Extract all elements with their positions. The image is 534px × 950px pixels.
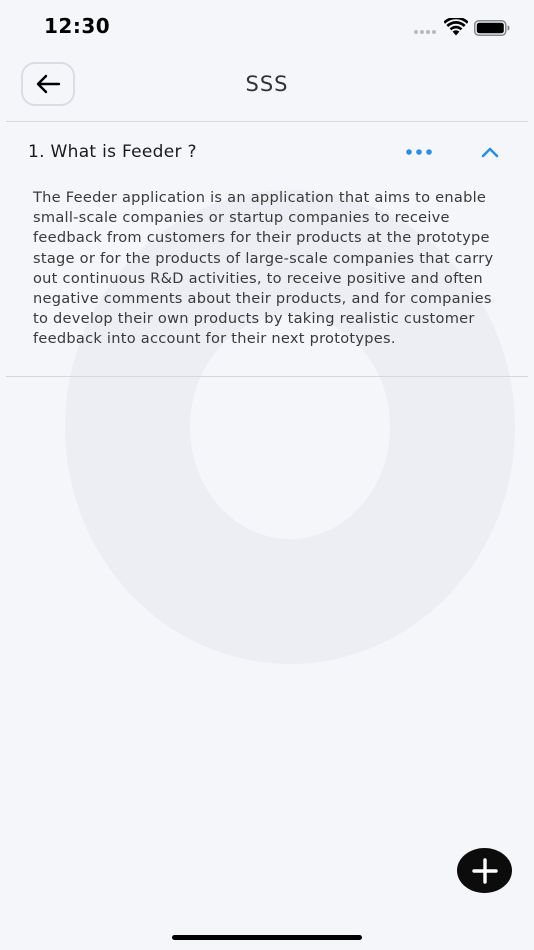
faq-question[interactable]: 1. What is Feeder ?: [28, 142, 197, 162]
header-divider: [6, 121, 528, 122]
status-time: 12:30: [44, 14, 111, 38]
page-title: SSS: [245, 72, 289, 96]
add-button[interactable]: [457, 848, 512, 893]
status-bar: 12:30: [0, 0, 534, 56]
home-indicator: [172, 935, 362, 940]
wifi-icon: [444, 18, 468, 36]
header: SSS: [0, 56, 534, 120]
faq-answer: The Feeder application is an application…: [33, 189, 494, 348]
signal-dots-icon: [414, 30, 438, 35]
plus-icon: [471, 857, 498, 884]
chevron-up-icon[interactable]: [478, 144, 502, 160]
battery-icon: [474, 20, 510, 36]
faq-divider: [6, 376, 528, 377]
more-horizontal-icon[interactable]: [404, 144, 434, 160]
